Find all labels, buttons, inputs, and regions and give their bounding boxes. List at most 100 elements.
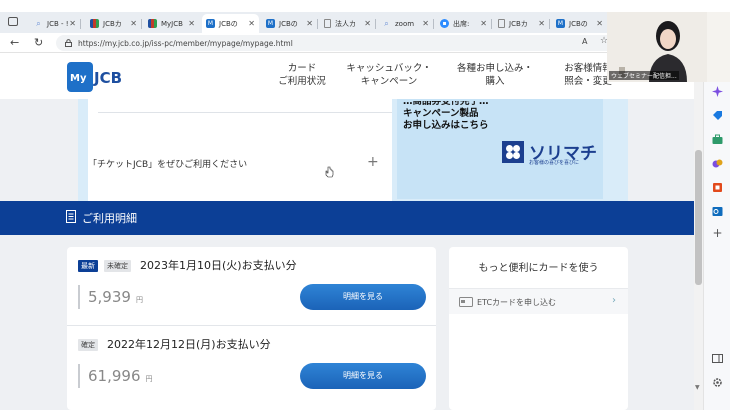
sorimachi-logo: ソリマチ お客様の喜びを喜びに — [501, 139, 599, 169]
payment-date-title: 2023年1月10日(火)お支払い分 — [140, 259, 297, 272]
browser-tab[interactable]: JCBカ ✕ — [494, 14, 550, 33]
payment-amount: 61,996 円 — [88, 367, 153, 385]
nav-line2: キャンペーン — [360, 76, 418, 87]
close-icon[interactable]: ✕ — [188, 19, 195, 28]
browser-tab[interactable]: ▪ 出席: ✕ — [436, 14, 492, 33]
screen: ⌕ JCB - ! ✕ JCBカ ✕ MyJCB ✕ M JCBの ✕ M JC… — [0, 0, 730, 410]
close-icon[interactable]: ✕ — [364, 19, 371, 28]
browser-tab[interactable]: M JCBの ✕ — [552, 14, 607, 33]
tab-label: JCB - ! — [47, 19, 69, 28]
promo-row-divider — [98, 101, 392, 113]
chevron-right-icon: › — [612, 295, 616, 306]
tab-separator — [433, 19, 434, 29]
amount-box: 5,939 円 — [78, 285, 178, 309]
myjcb-logo[interactable]: My JCB — [67, 62, 131, 92]
latest-badge: 最新 — [78, 260, 98, 272]
ticket-jcb-link[interactable]: 「チケットJCB」をぜひご利用ください — [88, 157, 247, 170]
search-icon: ⌕ — [384, 18, 389, 28]
myjcb-icon: M — [206, 19, 215, 28]
payments-card: 最新 未確定 2023年1月10日(火)お支払い分 5,939 円 明細を見る 確… — [67, 247, 436, 410]
tab-label: 出席: — [453, 19, 470, 28]
section-title: ご利用明細 — [82, 212, 137, 225]
close-icon[interactable]: ✕ — [306, 19, 313, 28]
browser-tab[interactable]: 法人カ ✕ — [320, 14, 376, 33]
close-icon[interactable]: ✕ — [480, 19, 487, 28]
jcb-icon — [148, 19, 157, 28]
tab-label: JCBの — [219, 19, 238, 28]
usage-statement-header: ご利用明細 — [0, 201, 694, 235]
sorimachi-banner[interactable]: …商品券受付完了… キャンペーン製品 お申し込みはこちら ソリマチ お客様の喜び… — [397, 99, 603, 199]
add-plus-icon[interactable]: + — [712, 226, 723, 240]
etc-apply-link[interactable]: ETCカードを申し込む › — [449, 288, 628, 314]
url-field[interactable]: https://my.jcb.co.jp/iss-pc/member/mypag… — [56, 35, 616, 51]
page-scrollbar[interactable]: ▲ ▼ — [694, 53, 703, 410]
tools-briefcase-icon[interactable] — [712, 134, 723, 145]
view-details-button[interactable]: 明細を見る — [300, 284, 426, 310]
nav-line1: カード — [287, 63, 317, 74]
hand-cursor-icon — [325, 166, 334, 178]
read-aloud-icon[interactable]: A — [582, 37, 587, 46]
confirmed-badge: 確定 — [78, 339, 98, 351]
amount-box: 61,996 円 — [78, 364, 178, 388]
etc-card-icon — [459, 297, 473, 307]
banner-text: …商品券受付完了… キャンペーン製品 お申し込みはこちら — [403, 101, 489, 132]
nav-cashback[interactable]: キャッシュバック・ キャンペーン — [346, 62, 432, 88]
banner-tagline: お客様の喜びを喜びに — [529, 160, 580, 166]
view-details-button[interactable]: 明細を見る — [300, 363, 426, 389]
tab-separator — [491, 19, 492, 29]
browser-tab[interactable]: M JCBの ✕ — [262, 14, 318, 33]
convenience-card: もっと便利にカードを使う ETCカードを申し込む › — [449, 247, 628, 410]
zoom-icon: ▪ — [440, 19, 449, 28]
tab-actions-icon[interactable] — [8, 17, 18, 26]
url-text: https://my.jcb.co.jp/iss-pc/member/mypag… — [78, 38, 293, 48]
myjcb-icon: M — [266, 19, 275, 28]
scroll-down-icon[interactable]: ▼ — [695, 384, 700, 391]
close-icon[interactable]: ✕ — [69, 19, 76, 28]
shopping-tag-icon[interactable] — [712, 110, 723, 121]
browser-tab[interactable]: JCBカ ✕ — [86, 14, 142, 33]
expand-plus-icon[interactable]: + — [367, 154, 379, 170]
logo-my: My — [70, 73, 87, 84]
yen-unit: 円 — [135, 296, 143, 304]
etc-label: ETCカードを申し込む — [477, 298, 557, 307]
scroll-thumb[interactable] — [695, 150, 702, 285]
office-icon[interactable] — [712, 182, 723, 193]
tab-label: JCBの — [279, 19, 298, 28]
nav-card-usage[interactable]: カード ご利用状況 — [272, 62, 332, 88]
amount-value: 5,939 — [88, 288, 131, 306]
tab-label: MyJCB — [161, 19, 183, 28]
participant-name: ウェブセミナー配信担... — [609, 71, 679, 80]
back-arrow-icon[interactable]: ← — [10, 36, 19, 49]
tab-label: JCBカ — [103, 19, 122, 28]
lock-icon[interactable] — [65, 39, 72, 47]
site-header: My JCB カード ご利用状況 キャッシュバック・ キャンペーン 各種お申し込… — [0, 53, 694, 99]
browser-tab[interactable]: ⌕ zoom ✕ — [378, 14, 434, 33]
search-icon: ⌕ — [36, 18, 41, 28]
close-icon[interactable]: ✕ — [248, 19, 255, 28]
close-icon[interactable]: ✕ — [538, 19, 545, 28]
close-icon[interactable]: ✕ — [422, 19, 429, 28]
games-icon[interactable] — [712, 158, 723, 169]
settings-gear-icon[interactable] — [712, 377, 723, 388]
browser-sidebar: + — [703, 53, 730, 410]
amount-value: 61,996 — [88, 367, 141, 385]
tab-separator — [375, 19, 376, 29]
sidebar-toggle-icon[interactable] — [712, 353, 723, 364]
logo-jcb: JCB — [93, 69, 122, 87]
close-icon[interactable]: ✕ — [130, 19, 137, 28]
browser-tab[interactable]: ⌕ JCB - ! ✕ — [30, 14, 81, 33]
browser-tab[interactable]: MyJCB ✕ — [144, 14, 199, 33]
refresh-icon[interactable]: ↻ — [34, 36, 43, 49]
jcb-icon — [90, 19, 99, 28]
banner-line3: お申し込みはこちら — [403, 120, 489, 131]
payment-row: 確定 2022年12月12日(月)お支払い分 61,996 円 明細を見る — [67, 325, 436, 403]
payment-amount: 5,939 円 — [88, 288, 143, 306]
browser-tab-active[interactable]: M JCBの ✕ — [202, 14, 259, 33]
copilot-icon[interactable] — [712, 86, 723, 97]
tab-label: zoom — [395, 19, 415, 28]
nav-line1: キャッシュバック・ — [346, 63, 432, 74]
close-icon[interactable]: ✕ — [596, 19, 603, 28]
nav-line2: 購入 — [485, 76, 505, 87]
nav-applications[interactable]: 各種お申し込み・ 購入 — [454, 62, 536, 88]
outlook-icon[interactable] — [712, 206, 723, 217]
